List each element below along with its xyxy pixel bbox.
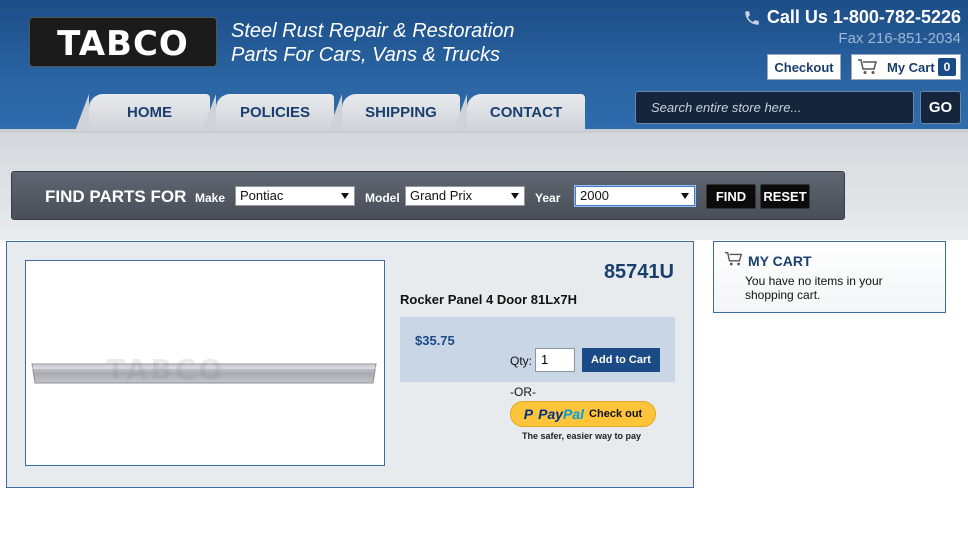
paypal-checkout-button[interactable]: P PayPal Check out: [510, 401, 656, 427]
paypal-pay-text: Pay: [538, 406, 564, 422]
qty-label: Qty:: [510, 354, 533, 368]
product-panel: TABCO 85741U Rocker Panel 4 Door 81Lx7H …: [6, 241, 694, 488]
tab-shipping-label: SHIPPING: [365, 104, 437, 121]
product-name: Rocker Panel 4 Door 81Lx7H: [400, 292, 578, 307]
tab-policies[interactable]: POLICIES: [202, 94, 334, 131]
model-label: Model: [365, 191, 400, 205]
paypal-icon: P: [523, 406, 534, 422]
phone-number: Call Us 1-800-782-5226: [743, 7, 961, 28]
model-select[interactable]: Grand Prix: [405, 186, 525, 206]
tagline-line-1: Steel Rust Repair & Restoration: [231, 20, 515, 42]
phone-icon: [745, 10, 759, 25]
search-placeholder: Search entire store here...: [651, 100, 802, 115]
or-separator: -OR-: [510, 385, 536, 399]
tab-contact[interactable]: CONTACT: [453, 94, 585, 131]
chevron-down-icon: [681, 193, 689, 199]
tabco-logo[interactable]: TABCO: [29, 17, 217, 67]
tab-shipping[interactable]: SHIPPING: [328, 94, 460, 131]
make-label: Make: [195, 191, 226, 205]
chevron-down-icon: [511, 193, 519, 199]
checkout-button[interactable]: Checkout: [767, 54, 841, 80]
find-button[interactable]: FIND: [706, 184, 756, 209]
paypal-checkout-label: Check out: [589, 408, 643, 420]
cart-icon: [858, 59, 877, 74]
year-select[interactable]: 2000: [575, 186, 695, 206]
add-to-cart-button[interactable]: Add to Cart: [582, 348, 660, 372]
my-cart-button[interactable]: My Cart 0: [851, 54, 961, 80]
tabco-watermark: TABCO: [106, 353, 226, 386]
fax-number: Fax 216-851-2034: [838, 30, 961, 47]
cart-count-badge: 0: [938, 58, 956, 76]
tab-policies-label: POLICIES: [239, 104, 310, 121]
cart-icon: [724, 251, 743, 266]
logo-text: TABCO: [57, 24, 189, 64]
paypal-logo: PayPal: [538, 406, 584, 422]
tagline-line-2: Parts For Cars, Vans & Trucks: [231, 44, 500, 66]
make-select[interactable]: Pontiac: [235, 186, 355, 206]
search-input[interactable]: Search entire store here...: [635, 91, 914, 124]
find-parts-bar: FIND PARTS FOR Make Pontiac Model Grand …: [11, 171, 845, 220]
site-tagline: Steel Rust Repair & Restoration Parts Fo…: [231, 19, 514, 67]
my-cart-widget: MY CART You have no items in your shoppi…: [713, 241, 946, 313]
reset-button[interactable]: RESET: [760, 184, 810, 209]
my-cart-label: My Cart: [887, 59, 935, 75]
quantity-input[interactable]: 1: [535, 348, 575, 372]
search-go-button[interactable]: GO: [920, 91, 961, 124]
tab-home-label: HOME: [127, 104, 172, 121]
my-cart-title: MY CART: [748, 253, 812, 269]
tab-home[interactable]: HOME: [75, 94, 210, 131]
year-label: Year: [535, 191, 561, 205]
product-image[interactable]: TABCO: [25, 260, 385, 466]
model-value: Grand Prix: [410, 188, 473, 203]
paypal-tagline: The safer, easier way to pay: [522, 431, 642, 441]
product-sku: 85741U: [603, 261, 674, 283]
price-box: $35.75 Qty: 1 Add to Cart: [400, 317, 675, 382]
chevron-down-icon: [341, 193, 349, 199]
tab-contact-label: CONTACT: [489, 104, 563, 121]
year-value: 2000: [580, 188, 609, 203]
my-cart-empty-text: You have no items in your shopping cart.: [745, 274, 883, 302]
phone-text: Call Us 1-800-782-5226: [766, 7, 961, 27]
make-value: Pontiac: [240, 188, 284, 203]
paypal-pal-text: Pal: [563, 406, 585, 422]
find-parts-title: FIND PARTS FOR: [45, 187, 187, 206]
product-price: $35.75: [415, 333, 455, 348]
